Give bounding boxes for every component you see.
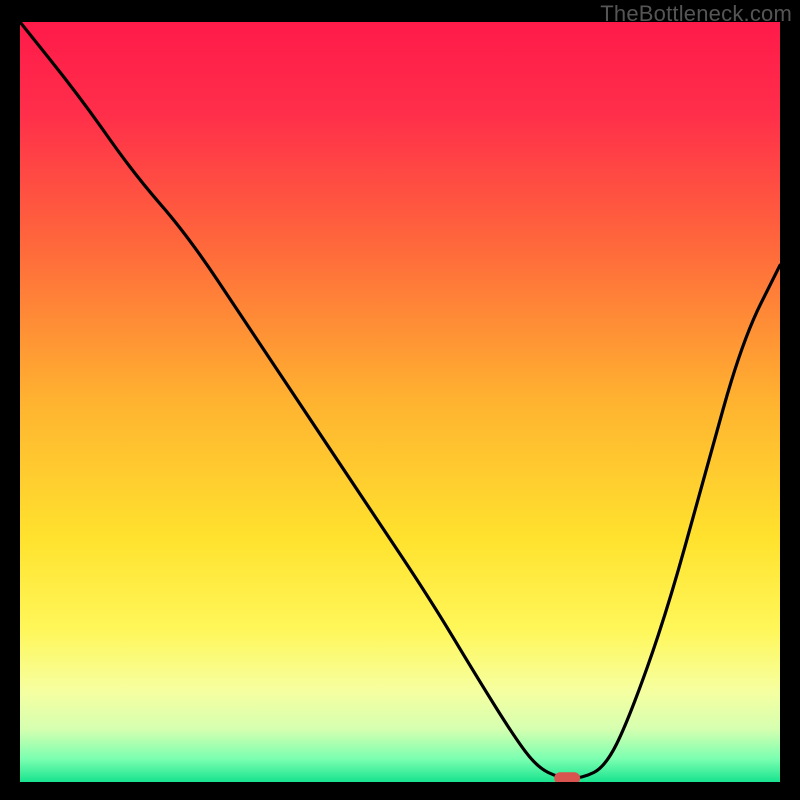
chart-container: TheBottleneck.com xyxy=(0,0,800,800)
optimal-point-marker xyxy=(554,772,580,782)
watermark-label: TheBottleneck.com xyxy=(600,1,792,27)
bottleneck-chart xyxy=(20,22,780,782)
chart-background xyxy=(20,22,780,782)
